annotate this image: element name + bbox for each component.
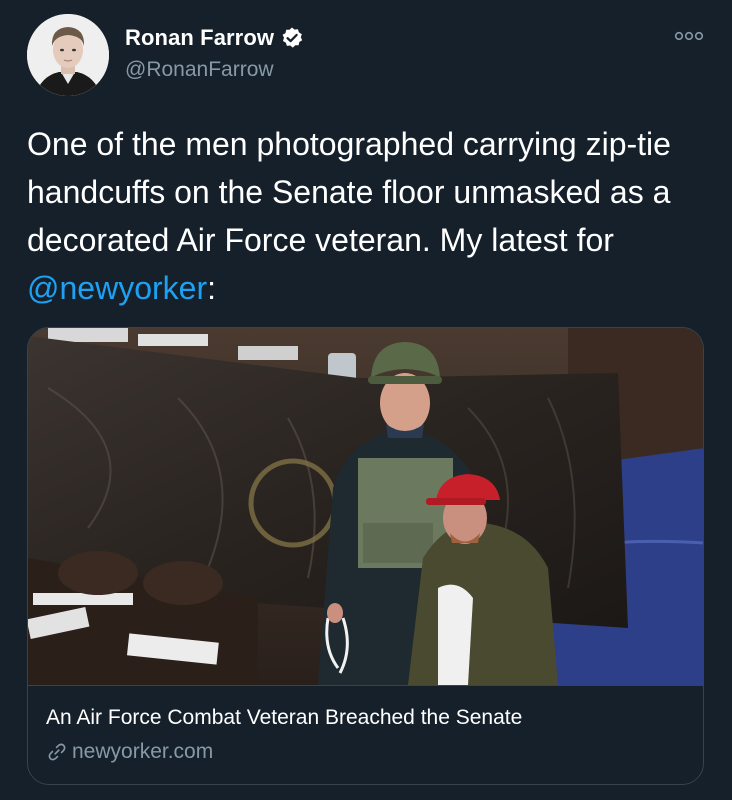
tweet-body-text: One of the men photographed carrying zip… [27,126,671,258]
more-options-icon[interactable] [674,26,704,46]
author-handle[interactable]: @RonanFarrow [125,58,274,82]
tweet-text: One of the men photographed carrying zip… [27,120,707,312]
tweet[interactable]: Ronan Farrow @RonanFarrow One of the men… [0,0,732,800]
display-name[interactable]: Ronan Farrow [125,25,274,51]
card-footer[interactable]: An Air Force Combat Veteran Breached the… [28,685,703,784]
tweet-trailing-text: : [207,270,216,306]
card-title[interactable]: An Air Force Combat Veteran Breached the… [46,706,522,730]
mention-link[interactable]: @newyorker [27,270,207,306]
article-photo-icon [28,328,703,685]
card-domain-row[interactable]: newyorker.com [46,740,213,764]
card-domain: newyorker.com [72,740,214,763]
link-preview-card[interactable]: An Air Force Combat Veteran Breached the… [27,327,704,785]
link-icon [46,741,68,763]
verified-badge-icon [280,26,304,50]
card-image[interactable] [28,328,703,685]
profile-photo-icon [27,14,109,96]
author-name-row[interactable]: Ronan Farrow [125,25,304,51]
avatar[interactable] [27,14,109,96]
